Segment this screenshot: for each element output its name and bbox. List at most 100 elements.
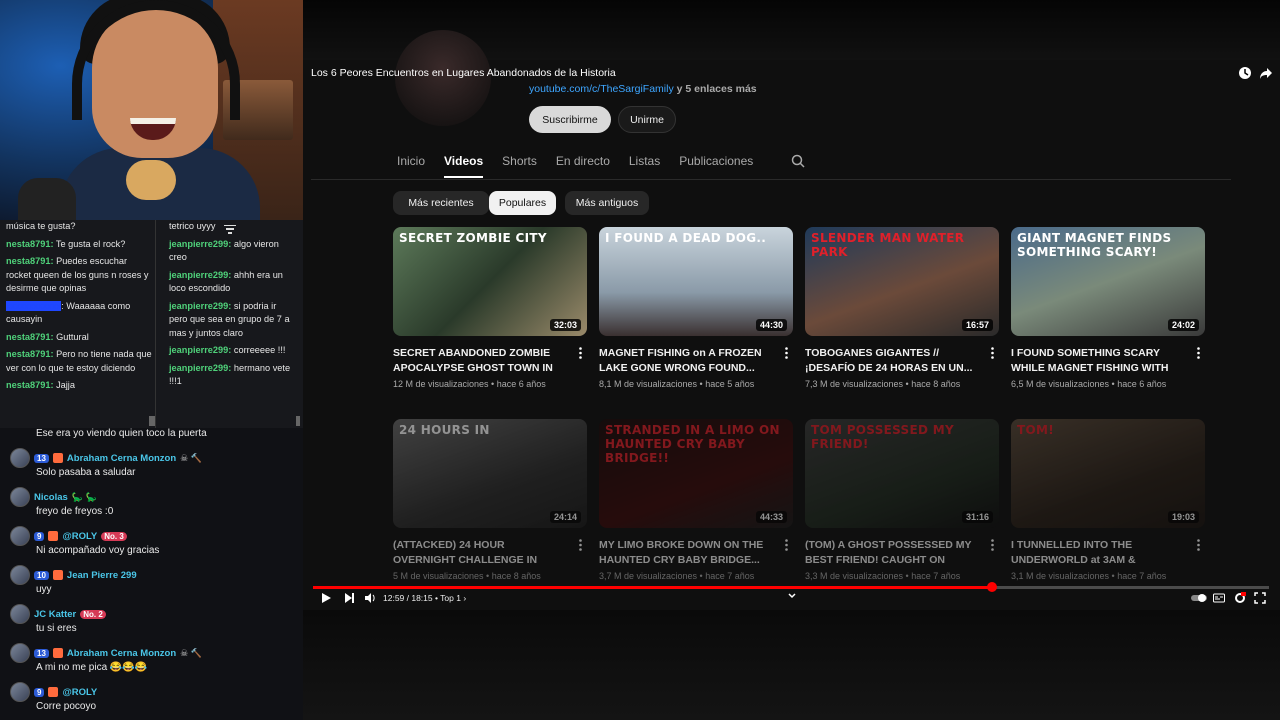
settings-icon[interactable] [1234, 592, 1246, 604]
more-options-icon[interactable] [991, 347, 994, 359]
video-title-link[interactable]: TOBOGANES GIGANTES // ¡DESAFÍO DE 24 HOR… [805, 346, 975, 376]
chat-username[interactable]: JC Katter [34, 609, 76, 620]
video-thumbnail[interactable]: STRANDED IN A LIMO ON HAUNTED CRY BABY B… [599, 419, 793, 528]
tab-listas[interactable]: Listas [629, 146, 660, 178]
chat-username[interactable]: nesta8791: [6, 332, 54, 342]
join-button[interactable]: Unirme [618, 106, 676, 133]
video-title-link[interactable]: MAGNET FISHING on A FROZEN LAKE GONE WRO… [599, 346, 769, 376]
video-thumbnail[interactable]: SECRET ZOMBIE CITY 32:03 [393, 227, 587, 336]
chevron-down-icon[interactable] [788, 592, 796, 600]
play-icon[interactable] [320, 592, 332, 604]
video-title-link[interactable]: SECRET ABANDONED ZOMBIE APOCALYPSE GHOST… [393, 346, 563, 376]
chat-username[interactable]: Nicolas [34, 492, 68, 503]
channel-link[interactable]: youtube.com/c/TheSargiFamily [529, 83, 674, 95]
chat-username[interactable]: Jean Pierre 299 [67, 570, 137, 581]
video-title-link[interactable]: (TOM) A GHOST POSSESSED MY BEST FRIEND! … [805, 538, 975, 568]
video-card[interactable]: SLENDER MAN WATER PARK 16:57 TOBOGANES GIG… [805, 227, 999, 389]
video-duration: 44:33 [755, 511, 787, 523]
progress-fill [313, 586, 992, 589]
chip-populares[interactable]: Populares [489, 191, 556, 215]
video-thumbnail[interactable]: SLENDER MAN WATER PARK 16:57 [805, 227, 999, 336]
search-icon[interactable] [791, 154, 805, 168]
video-thumbnail[interactable]: GIANT MAGNET FINDS SOMETHING SCARY! 24:02 [1011, 227, 1205, 336]
rank-badge: No. 2 [80, 609, 106, 619]
subscribe-button[interactable]: Suscribirme [529, 106, 611, 133]
video-duration: 32:03 [549, 319, 581, 331]
avatar[interactable] [10, 526, 30, 546]
fullscreen-icon[interactable] [1254, 592, 1266, 604]
more-options-icon[interactable] [785, 539, 788, 551]
avatar[interactable] [10, 643, 30, 663]
avatar[interactable] [10, 565, 30, 585]
chat-username[interactable]: nesta8791: [6, 349, 54, 359]
rank-badge: No. 3 [101, 531, 127, 541]
more-links[interactable]: y 5 enlaces más [677, 83, 757, 95]
video-card[interactable]: 24 HOURS IN 24:14 (ATTACKED) 24 HOUR OVERN… [393, 419, 587, 581]
chat-username[interactable]: jeanpierre299: [169, 239, 231, 249]
avatar[interactable] [10, 448, 30, 468]
video-duration: 16:57 [961, 319, 993, 331]
next-icon[interactable] [343, 592, 355, 604]
chat-username[interactable]: jeanpierre299: [169, 345, 231, 355]
video-title-link[interactable]: I FOUND SOMETHING SCARY WHILE MAGNET FIS… [1011, 346, 1181, 376]
video-card[interactable]: TOM! 19:03 I TUNNELLED INTO THE UNDERWORLD… [1011, 419, 1205, 581]
share-icon[interactable] [1259, 66, 1273, 80]
thumbnail-text: GIANT MAGNET FINDS SOMETHING SCARY! [1017, 231, 1172, 259]
chat-username[interactable]: xxxxxxxxxxxx [6, 300, 62, 311]
subtitles-icon[interactable] [1213, 592, 1225, 604]
chat-scrollbar[interactable] [296, 416, 300, 426]
chat-scrollbar[interactable] [149, 416, 155, 426]
more-options-icon[interactable] [1197, 347, 1200, 359]
video-meta: 3,3 M de visualizaciones • hace 7 años [805, 571, 961, 581]
chat-username[interactable]: @ROLY [62, 687, 97, 698]
video-card[interactable]: STRANDED IN A LIMO ON HAUNTED CRY BABY B… [599, 419, 793, 581]
volume-icon[interactable] [364, 592, 376, 604]
video-title-link[interactable]: MY LIMO BROKE DOWN ON THE HAUNTED CRY BA… [599, 538, 769, 568]
tab-en-directo[interactable]: En directo [556, 146, 610, 178]
chat-username[interactable]: Abraham Cerna Monzon [67, 648, 176, 659]
chat-message-header: 10 Jean Pierre 299 [10, 565, 137, 585]
chip-mas-recientes[interactable]: Más recientes [393, 191, 489, 215]
more-options-icon[interactable] [579, 539, 582, 551]
tab-videos[interactable]: Videos [444, 146, 484, 178]
video-duration: 31:16 [961, 511, 993, 523]
chat-username[interactable]: jeanpierre299: [169, 301, 231, 311]
video-card[interactable]: SECRET ZOMBIE CITY 32:03 SECRET ABANDONED … [393, 227, 587, 389]
video-card[interactable]: TOM POSSESSED MY FRIEND! 31:16 (TOM) A GHO… [805, 419, 999, 581]
level-badge: 9 [34, 531, 45, 541]
chat-username[interactable]: @ROLY [62, 531, 97, 542]
chat-username[interactable]: jeanpierre299: [169, 363, 231, 373]
chat-username[interactable]: Abraham Cerna Monzon [67, 453, 176, 464]
more-options-icon[interactable] [991, 539, 994, 551]
avatar[interactable] [10, 487, 30, 507]
avatar[interactable] [10, 604, 30, 624]
tab-inicio[interactable]: Inicio [397, 146, 425, 178]
tab-shorts[interactable]: Shorts [502, 146, 537, 178]
chip-mas-antiguos[interactable]: Más antiguos [565, 191, 649, 215]
video-title-link[interactable]: (ATTACKED) 24 HOUR OVERNIGHT CHALLENGE I… [393, 538, 563, 568]
tab-publicaciones[interactable]: Publicaciones [679, 146, 753, 178]
video-title-link[interactable]: I TUNNELLED INTO THE UNDERWORLD at 3AM &… [1011, 538, 1181, 568]
progress-scrubber[interactable] [986, 582, 997, 592]
chat-username[interactable]: nesta8791: [6, 256, 54, 266]
chat-message-header: JC Katter No. 2 [10, 604, 106, 624]
video-card[interactable]: I FOUND A DEAD DOG.. 44:30 MAGNET FISHING … [599, 227, 793, 389]
chat-message: nesta8791: Te gusta el rock? [6, 238, 152, 252]
chat-username[interactable]: nesta8791: [6, 380, 54, 390]
video-card[interactable]: GIANT MAGNET FINDS SOMETHING SCARY! 24:02… [1011, 227, 1205, 389]
video-thumbnail[interactable]: I FOUND A DEAD DOG.. 44:30 [599, 227, 793, 336]
video-meta: 7,3 M de visualizaciones • hace 8 años [805, 379, 961, 389]
more-options-icon[interactable] [1197, 539, 1200, 551]
video-thumbnail[interactable]: 24 HOURS IN 24:14 [393, 419, 587, 528]
chat-message-header: 9 @ROLY No. 3 [10, 526, 127, 546]
avatar[interactable] [10, 682, 30, 702]
chat-username[interactable]: jeanpierre299: [169, 270, 231, 280]
more-options-icon[interactable] [579, 347, 582, 359]
chat-text: Jajja [56, 380, 75, 390]
watch-later-icon[interactable] [1238, 66, 1252, 80]
video-thumbnail[interactable]: TOM POSSESSED MY FRIEND! 31:16 [805, 419, 999, 528]
chat-username[interactable]: nesta8791: [6, 239, 54, 249]
video-thumbnail[interactable]: TOM! 19:03 [1011, 419, 1205, 528]
more-options-icon[interactable] [785, 347, 788, 359]
autoplay-toggle-icon[interactable] [1190, 592, 1208, 604]
